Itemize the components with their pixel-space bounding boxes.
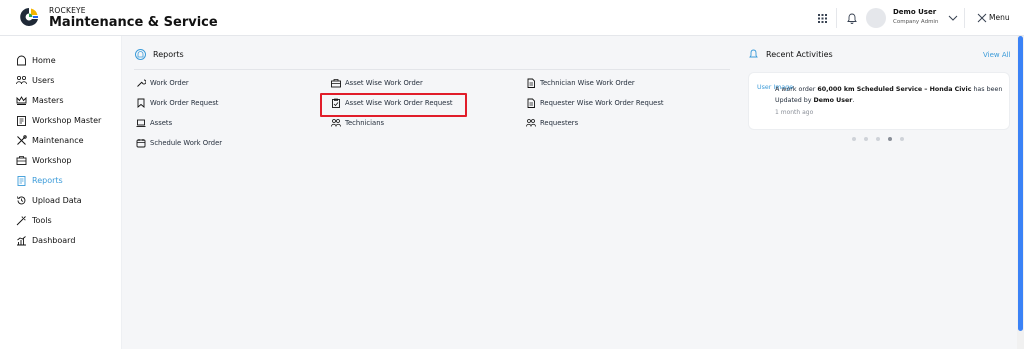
activity-time: 1 month ago xyxy=(775,109,814,116)
report-link-label: Work Order Request xyxy=(150,99,219,107)
users-icon xyxy=(331,118,341,128)
scrollbar-thumb[interactable] xyxy=(1018,36,1023,331)
report-link-schedule-work-order[interactable]: Schedule Work Order xyxy=(136,137,222,149)
sidebar-item-label: Upload Data xyxy=(32,195,82,205)
report-icon xyxy=(16,175,27,186)
carousel-dot[interactable] xyxy=(864,137,868,141)
activity-work-order-name[interactable]: 60,000 km Scheduled Service – Honda Civi… xyxy=(817,86,971,93)
rockeye-logo xyxy=(20,8,38,26)
sidebar-item-dashboard[interactable]: Dashboard xyxy=(16,232,75,248)
wand-icon xyxy=(16,215,27,226)
sidebar-item-workshop-master[interactable]: Workshop Master xyxy=(16,112,101,128)
sidebar-item-users[interactable]: Users xyxy=(16,72,54,88)
view-all-link[interactable]: View All xyxy=(983,51,1011,59)
sidebar-item-label: Workshop Master xyxy=(32,115,102,125)
highlight-box xyxy=(320,93,467,117)
report-link-assets[interactable]: Assets xyxy=(136,117,172,129)
header-divider xyxy=(836,8,837,28)
report-link-label: Assets xyxy=(150,119,173,127)
clipboard-icon xyxy=(16,115,27,126)
chart-icon xyxy=(16,235,27,246)
toolbox-icon xyxy=(331,78,341,88)
sidebar-item-label: Masters xyxy=(32,95,64,105)
sidebar-item-masters[interactable]: Masters xyxy=(16,92,64,108)
activity-text-part: . xyxy=(852,97,855,104)
report-link-requester-wise-work-order-request[interactable]: Requester Wise Work Order Request xyxy=(526,97,664,109)
bell-icon xyxy=(749,49,758,59)
carousel-dot[interactable] xyxy=(876,137,880,141)
sidebar-item-label: Users xyxy=(32,75,55,85)
activity-text-part: A work order xyxy=(775,86,818,93)
user-name[interactable]: Demo User xyxy=(893,8,936,16)
sidebar-item-label: Maintenance xyxy=(32,135,84,145)
sidebar-item-label: Tools xyxy=(32,215,52,225)
users-icon xyxy=(526,118,536,128)
sidebar-item-label: Home xyxy=(32,55,56,65)
sidebar-item-upload-data[interactable]: Upload Data xyxy=(16,192,82,208)
top-header: ROCKEYE Maintenance & Service Demo User … xyxy=(0,0,1024,36)
document-icon xyxy=(526,78,536,88)
home-icon xyxy=(16,55,27,66)
report-link-label: Technician Wise Work Order xyxy=(540,79,635,87)
chevron-down-icon[interactable] xyxy=(940,6,966,30)
report-link-label: Work Order xyxy=(150,79,189,87)
brand-app-name: Maintenance & Service xyxy=(49,15,218,30)
report-link-label: Requesters xyxy=(540,119,579,127)
menu-label[interactable]: Menu xyxy=(989,13,1010,22)
sidebar-item-reports[interactable]: Reports xyxy=(16,172,63,188)
tools-icon xyxy=(16,134,27,146)
brand-company: ROCKEYE xyxy=(49,6,86,15)
report-link-label: Asset Wise Work Order xyxy=(345,79,423,87)
report-link-label: Schedule Work Order xyxy=(150,139,223,147)
sidebar-item-label: Workshop xyxy=(32,155,72,165)
calendar-icon xyxy=(136,138,146,148)
activity-text: A work order 60,000 km Scheduled Service… xyxy=(775,84,1007,106)
report-link-technician-wise-work-order[interactable]: Technician Wise Work Order xyxy=(526,77,635,89)
carousel-dot[interactable] xyxy=(900,137,904,141)
reports-header: Reports xyxy=(135,49,184,60)
avatar[interactable] xyxy=(866,8,886,28)
report-link-work-order-request[interactable]: Work Order Request xyxy=(136,97,218,109)
laptop-icon xyxy=(136,118,146,128)
recent-activities-title: Recent Activities xyxy=(766,49,833,59)
document-icon xyxy=(526,98,536,108)
history-icon xyxy=(16,195,27,206)
bookmark-icon xyxy=(136,98,146,108)
reports-title: Reports xyxy=(153,50,184,59)
apps-grid-icon[interactable] xyxy=(809,6,835,30)
carousel-dot-active[interactable] xyxy=(888,137,892,141)
home-icon xyxy=(135,49,146,60)
sidebar-item-home[interactable]: Home xyxy=(16,52,56,68)
carousel-dot[interactable] xyxy=(852,137,856,141)
wrench-icon xyxy=(136,78,146,88)
report-link-label: Requester Wise Work Order Request xyxy=(540,99,664,107)
user-role: Company Admin xyxy=(893,19,939,25)
users-icon xyxy=(16,75,27,86)
header-divider xyxy=(964,8,965,28)
recent-activities-header: Recent Activities xyxy=(749,49,833,59)
report-link-work-order[interactable]: Work Order xyxy=(136,77,189,89)
report-link-label: Technicians xyxy=(345,119,385,127)
activity-user-name: Demo User xyxy=(813,97,853,104)
sidebar-item-tools[interactable]: Tools xyxy=(16,212,52,228)
sidebar-item-label: Reports xyxy=(32,175,63,185)
report-link-asset-wise-work-order[interactable]: Asset Wise Work Order xyxy=(331,77,423,89)
toolbox-icon xyxy=(16,155,27,166)
sidebar-item-label: Dashboard xyxy=(32,235,76,245)
report-link-technicians[interactable]: Technicians xyxy=(331,117,384,129)
sidebar-item-maintenance[interactable]: Maintenance xyxy=(16,132,84,148)
report-link-requesters[interactable]: Requesters xyxy=(526,117,578,129)
bell-icon[interactable] xyxy=(839,6,865,30)
section-divider xyxy=(134,69,730,70)
sidebar-item-workshop[interactable]: Workshop xyxy=(16,152,71,168)
crown-icon xyxy=(16,95,27,106)
